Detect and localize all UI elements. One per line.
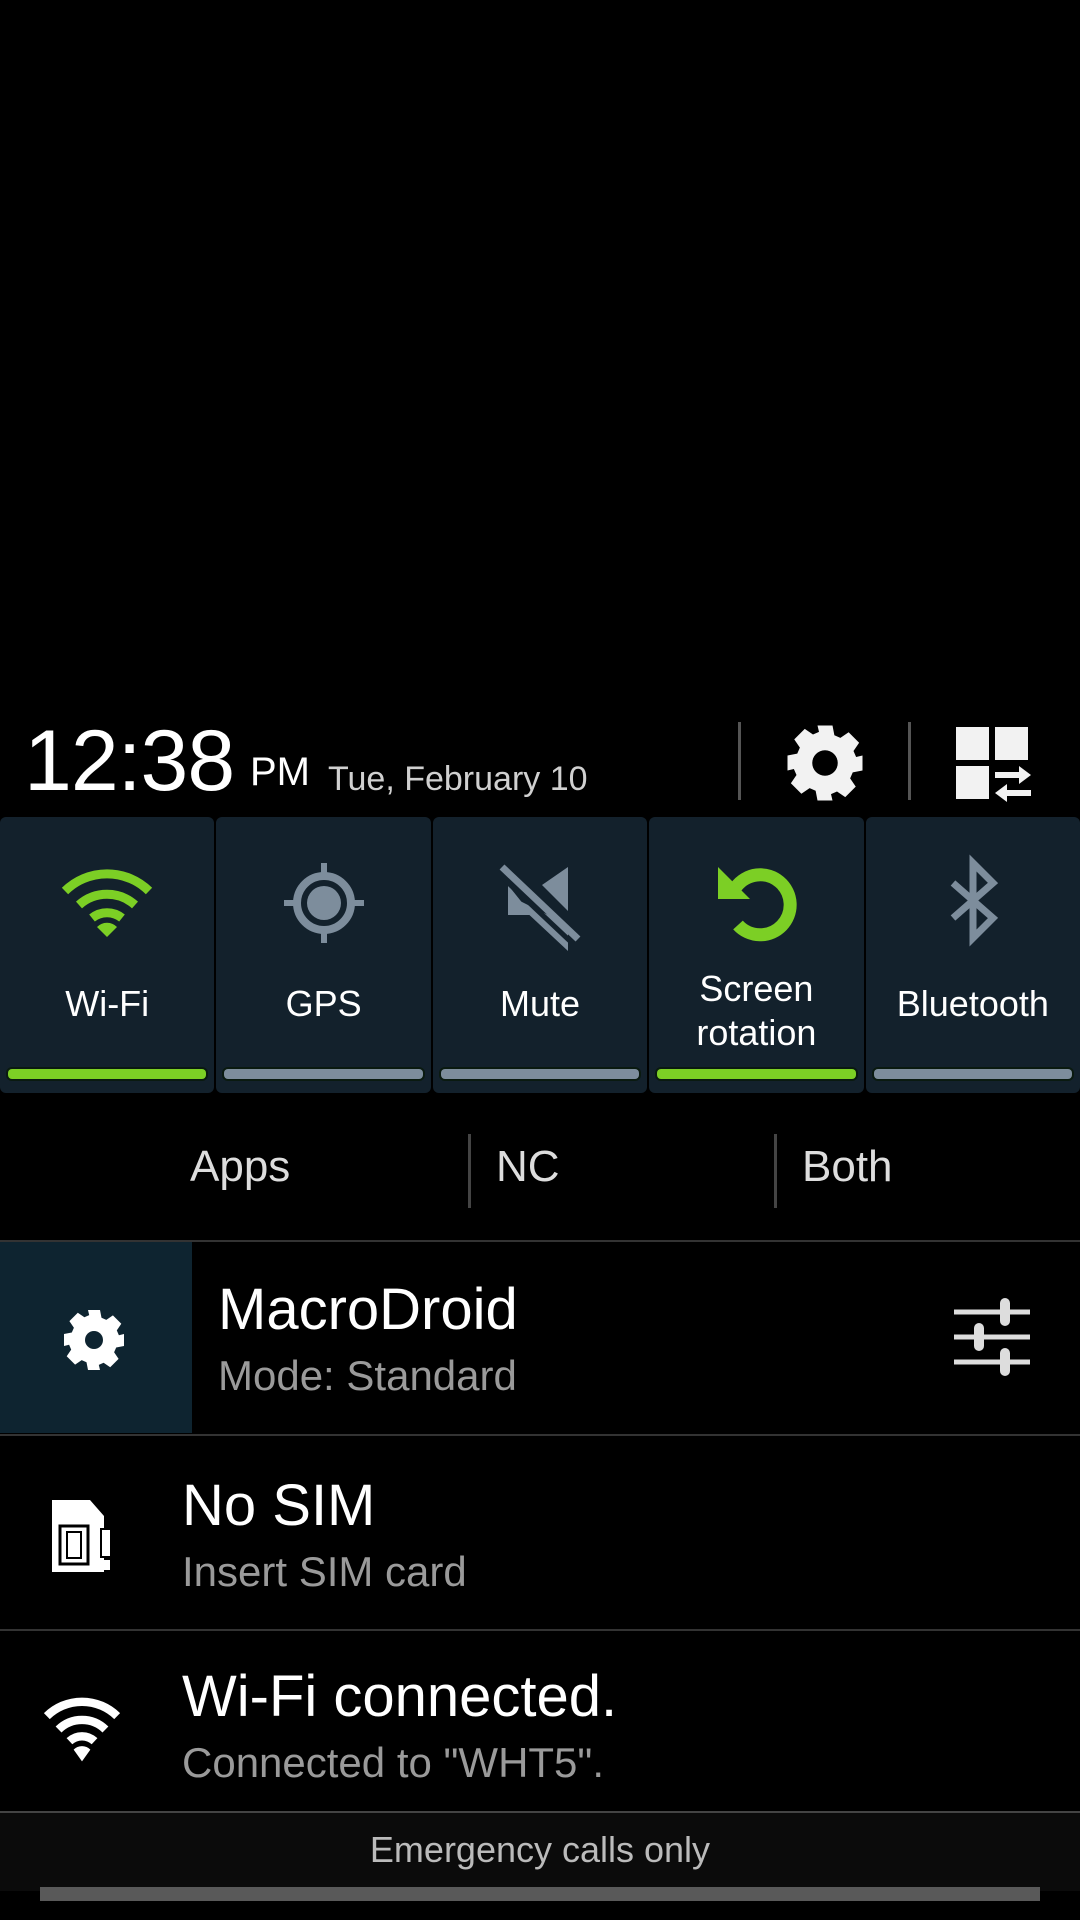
edit-quick-settings-grid-icon [956,727,1031,802]
tile-status-bar [873,1069,1073,1079]
notification-icon-box [0,1242,192,1433]
notification-filter-tabs: Apps NC Both [0,1110,1080,1230]
tile-status-bar [8,1069,207,1079]
tune-sliders-icon[interactable] [952,1292,1032,1382]
divider [774,1134,777,1208]
tile-label-line2: rotation [696,1012,817,1053]
notification-title: No SIM [182,1473,376,1538]
tile-mute[interactable]: Mute [432,817,648,1093]
tile-label: Wi-Fi [65,983,150,1024]
gear-icon [64,1310,124,1370]
tile-label: Screen rotation [649,967,863,1055]
clock-time: 12:38 [24,713,235,809]
quick-settings-panel: Wi-Fi GPS Mute Screen rotation Bluetooth [0,817,1080,1093]
notification-title: Wi-Fi connected. [182,1664,618,1729]
tile-bluetooth[interactable]: Bluetooth [865,817,1080,1093]
sim-card-alert-icon [52,1500,110,1572]
notification-subtitle: Connected to "WHT5". [182,1739,604,1786]
tile-gps[interactable]: GPS [216,817,431,1093]
mute-icon [499,864,581,951]
tile-label: GPS [285,983,362,1024]
gps-icon [283,863,364,943]
tile-status-bar [657,1069,856,1079]
settings-gear-icon [787,725,863,801]
tile-wifi[interactable]: Wi-Fi [0,817,215,1093]
notification-subtitle: Insert SIM card [182,1548,467,1595]
wifi-icon [62,869,153,937]
tile-status-bar [440,1069,640,1079]
tile-label-line1: Screen [699,968,814,1009]
notification-wifi-connected[interactable]: Wi-Fi connected. Connected to "WHT5". [0,1631,1080,1811]
tile-screen-rotation[interactable]: Screen rotation [649,817,864,1093]
notification-title: MacroDroid [218,1277,518,1342]
notification-subtitle: Mode: Standard [218,1352,517,1399]
wifi-icon [43,1697,121,1762]
divider [908,722,911,800]
panel-drag-handle[interactable] [40,1887,1040,1901]
date-label[interactable]: Tue, February 10 [328,760,588,799]
tab-apps[interactable]: Apps [190,1142,290,1192]
tile-label: Bluetooth [896,983,1049,1024]
tab-nc[interactable]: NC [496,1142,560,1192]
bluetooth-icon [950,854,998,947]
divider [738,722,741,800]
carrier-status-text: Emergency calls only [0,1813,1080,1891]
tile-status-bar [224,1069,423,1079]
settings-button[interactable] [780,718,870,808]
edit-quick-settings-button[interactable] [950,718,1040,808]
tile-label: Mute [499,983,581,1024]
clock-ampm: PM [250,750,310,794]
screen-rotation-icon [718,867,798,942]
notification-no-sim[interactable]: No SIM Insert SIM card [0,1436,1080,1628]
divider [468,1134,471,1208]
tab-both[interactable]: Both [802,1142,893,1192]
notification-macrodroid[interactable]: MacroDroid Mode: Standard [0,1242,1080,1433]
